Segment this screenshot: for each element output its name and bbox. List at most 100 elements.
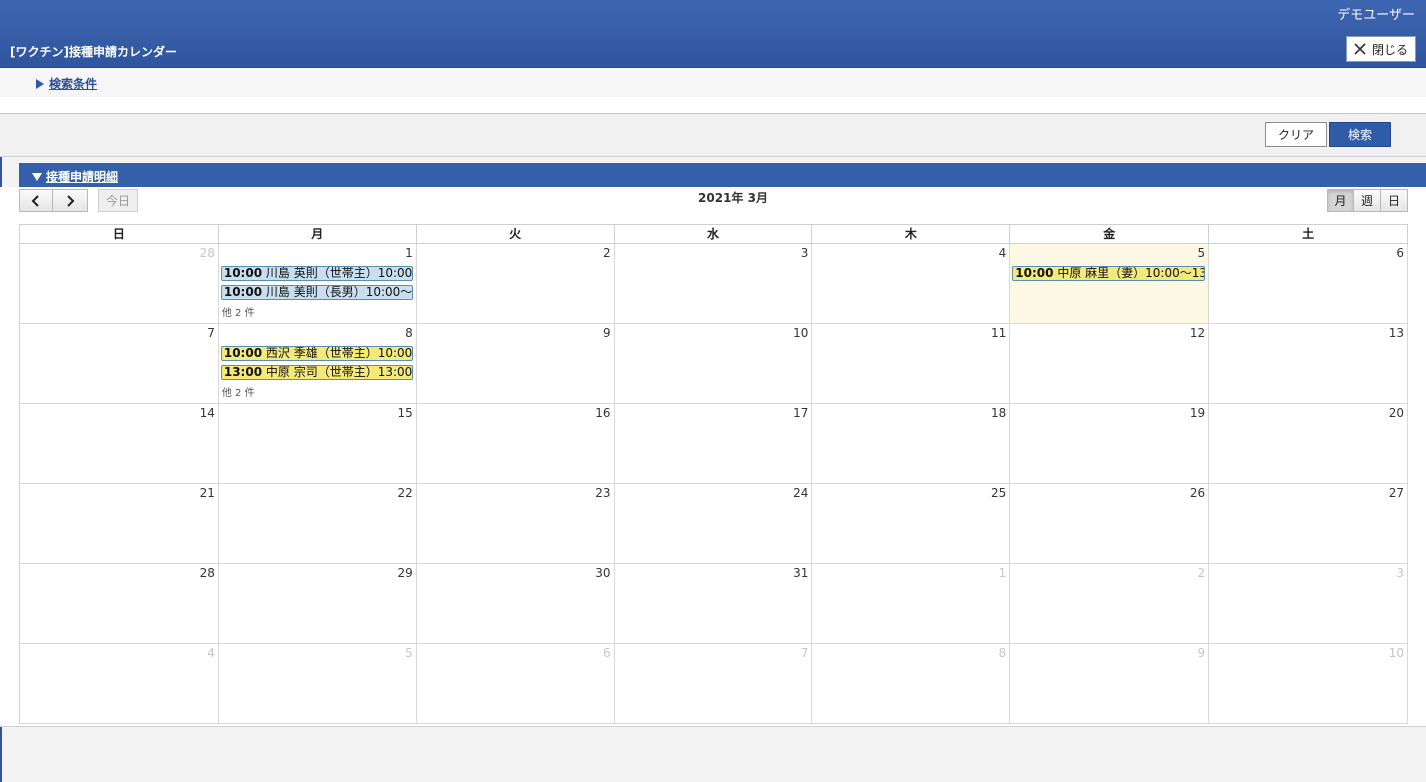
week-row: 4 5 6 7 8 9 10 <box>20 644 1409 724</box>
day-number: 10 <box>1388 646 1405 660</box>
day-cell[interactable]: 29 <box>218 564 417 644</box>
day-cell[interactable]: 11 <box>812 324 1011 404</box>
day-cell[interactable]: 6 <box>1209 244 1409 324</box>
event-time: 10:00 <box>223 285 263 299</box>
day-cell[interactable]: 2 <box>1010 564 1210 644</box>
day-cell[interactable]: 12 <box>1010 324 1210 404</box>
day-cell[interactable]: 8 <box>812 644 1011 724</box>
day-cell[interactable]: 27 <box>1209 484 1409 564</box>
weekday-header-cell: 土 <box>1209 225 1409 244</box>
day-number: 5 <box>405 646 413 660</box>
day-cell[interactable]: 3 <box>614 244 813 324</box>
day-cell[interactable]: 30 <box>416 564 615 644</box>
day-cell[interactable]: 1 10:00 川島 英則（世帯主）10:00 10:00 川島 美則（長男）10:… <box>218 244 417 324</box>
event-title: 川島 美則（長男）10:00～ <box>262 285 413 299</box>
panel-title: 接種申請明細 <box>46 170 119 184</box>
calendar-event[interactable]: 10:00 川島 英則（世帯主）10:00 <box>220 266 413 281</box>
calendar-event[interactable]: 10:00 西沢 季雄（世帯主）10:00 <box>220 346 413 361</box>
day-cell[interactable]: 14 <box>20 404 219 484</box>
calendar-event[interactable]: 10:00 中原 麻里（妻）10:00～13 <box>1012 266 1206 281</box>
day-number: 22 <box>397 486 413 500</box>
day-number: 17 <box>793 406 809 420</box>
day-cell[interactable]: 16 <box>416 404 615 484</box>
day-number: 6 <box>1396 246 1405 260</box>
search-conditions-toggle[interactable]: 検索条件 <box>36 75 97 92</box>
panel-toggle[interactable]: 接種申請明細 <box>32 168 118 185</box>
day-cell[interactable]: 31 <box>614 564 813 644</box>
day-cell[interactable]: 19 <box>1010 404 1210 484</box>
day-cell[interactable]: 15 <box>218 404 417 484</box>
day-cell[interactable]: 4 <box>20 644 219 724</box>
calendar: 今日 2021年 3月 月週日 日月火水木金土 28 1 10:00 川島 英則（世… <box>0 187 1426 727</box>
event-time: 10:00 <box>223 346 263 360</box>
calendar-event[interactable]: 13:00 中原 宗司（世帯主）13:00 <box>220 365 413 380</box>
day-cell[interactable]: 17 <box>614 404 813 484</box>
day-cell[interactable]: 9 <box>416 324 615 404</box>
day-number: 10 <box>793 326 809 340</box>
day-cell[interactable]: 28 <box>20 244 219 324</box>
day-cell[interactable]: 20 <box>1209 404 1409 484</box>
day-number: 30 <box>595 566 611 580</box>
event-title: 西沢 季雄（世帯主）10:00 <box>262 346 413 360</box>
day-number: 14 <box>199 406 215 420</box>
day-cell[interactable]: 8 10:00 西沢 季雄（世帯主）10:00 13:00 中原 宗司（世帯主）13… <box>218 324 417 404</box>
day-cell[interactable]: 9 <box>1010 644 1210 724</box>
view-button-1[interactable]: 週 <box>1354 189 1381 212</box>
day-cell[interactable]: 2 <box>416 244 615 324</box>
view-button-0[interactable]: 月 <box>1327 189 1354 212</box>
day-number: 27 <box>1388 486 1405 500</box>
day-cell[interactable]: 5 <box>218 644 417 724</box>
day-number: 19 <box>1189 406 1206 420</box>
day-cell[interactable]: 1 <box>812 564 1011 644</box>
event-title: 川島 英則（世帯主）10:00 <box>262 266 413 280</box>
day-number: 6 <box>602 646 611 660</box>
close-button[interactable]: 閉じる <box>1346 36 1416 62</box>
day-cell[interactable]: 3 <box>1209 564 1409 644</box>
day-number: 31 <box>793 566 809 580</box>
week-row: 14 15 16 17 18 19 20 <box>20 404 1409 484</box>
day-cell[interactable]: 22 <box>218 484 417 564</box>
day-cell[interactable]: 18 <box>812 404 1011 484</box>
day-number: 26 <box>1189 486 1206 500</box>
event-time: 10:00 <box>223 266 263 280</box>
search-button[interactable]: 検索 <box>1329 122 1391 147</box>
day-cell[interactable]: 24 <box>614 484 813 564</box>
day-cell[interactable]: 13 <box>1209 324 1409 404</box>
day-cell[interactable]: 4 <box>812 244 1011 324</box>
week-row: 7 8 10:00 西沢 季雄（世帯主）10:00 13:00 中原 宗司（世帯主）1… <box>20 324 1409 404</box>
weekday-header-cell: 火 <box>416 225 615 244</box>
day-cell[interactable]: 6 <box>416 644 615 724</box>
calendar-event[interactable]: 10:00 川島 美則（長男）10:00～ <box>220 285 413 300</box>
event-time: 13:00 <box>223 365 263 379</box>
day-cell[interactable]: 25 <box>812 484 1011 564</box>
day-cell[interactable]: 21 <box>20 484 219 564</box>
event-title: 中原 麻里（妻）10:00～13 <box>1053 266 1206 280</box>
day-number: 7 <box>800 646 809 660</box>
weekday-header: 日月火水木金土 <box>20 225 1409 244</box>
event-time: 10:00 <box>1015 266 1054 280</box>
clear-button[interactable]: クリア <box>1265 122 1327 147</box>
search-conditions-label: 検索条件 <box>49 77 98 91</box>
day-cell[interactable]: 7 <box>614 644 813 724</box>
view-button-2[interactable]: 日 <box>1381 189 1408 212</box>
day-number: 29 <box>397 566 413 580</box>
day-number: 8 <box>405 326 413 340</box>
day-number: 2 <box>1197 566 1206 580</box>
day-cell[interactable]: 10 <box>1209 644 1409 724</box>
day-cell[interactable]: 5 10:00 中原 麻里（妻）10:00～13 <box>1010 244 1210 324</box>
event-title: 中原 宗司（世帯主）13:00 <box>262 365 413 379</box>
day-cell[interactable]: 26 <box>1010 484 1210 564</box>
day-cell[interactable]: 7 <box>20 324 219 404</box>
app-header: デモユーザー [ワクチン]接種申請カレンダー 閉じる <box>0 0 1426 68</box>
day-number: 25 <box>991 486 1007 500</box>
day-cell[interactable]: 28 <box>20 564 219 644</box>
user-name[interactable]: デモユーザー <box>1337 4 1415 23</box>
day-cell[interactable]: 23 <box>416 484 615 564</box>
panel-header: 接種申請明細 <box>19 163 1426 187</box>
more-events-link[interactable]: 他 2 件 <box>222 384 255 399</box>
day-number: 8 <box>998 646 1007 660</box>
more-events-link[interactable]: 他 2 件 <box>222 304 255 319</box>
day-number: 24 <box>793 486 809 500</box>
action-bar: クリア 検索 <box>0 114 1426 157</box>
day-cell[interactable]: 10 <box>614 324 813 404</box>
